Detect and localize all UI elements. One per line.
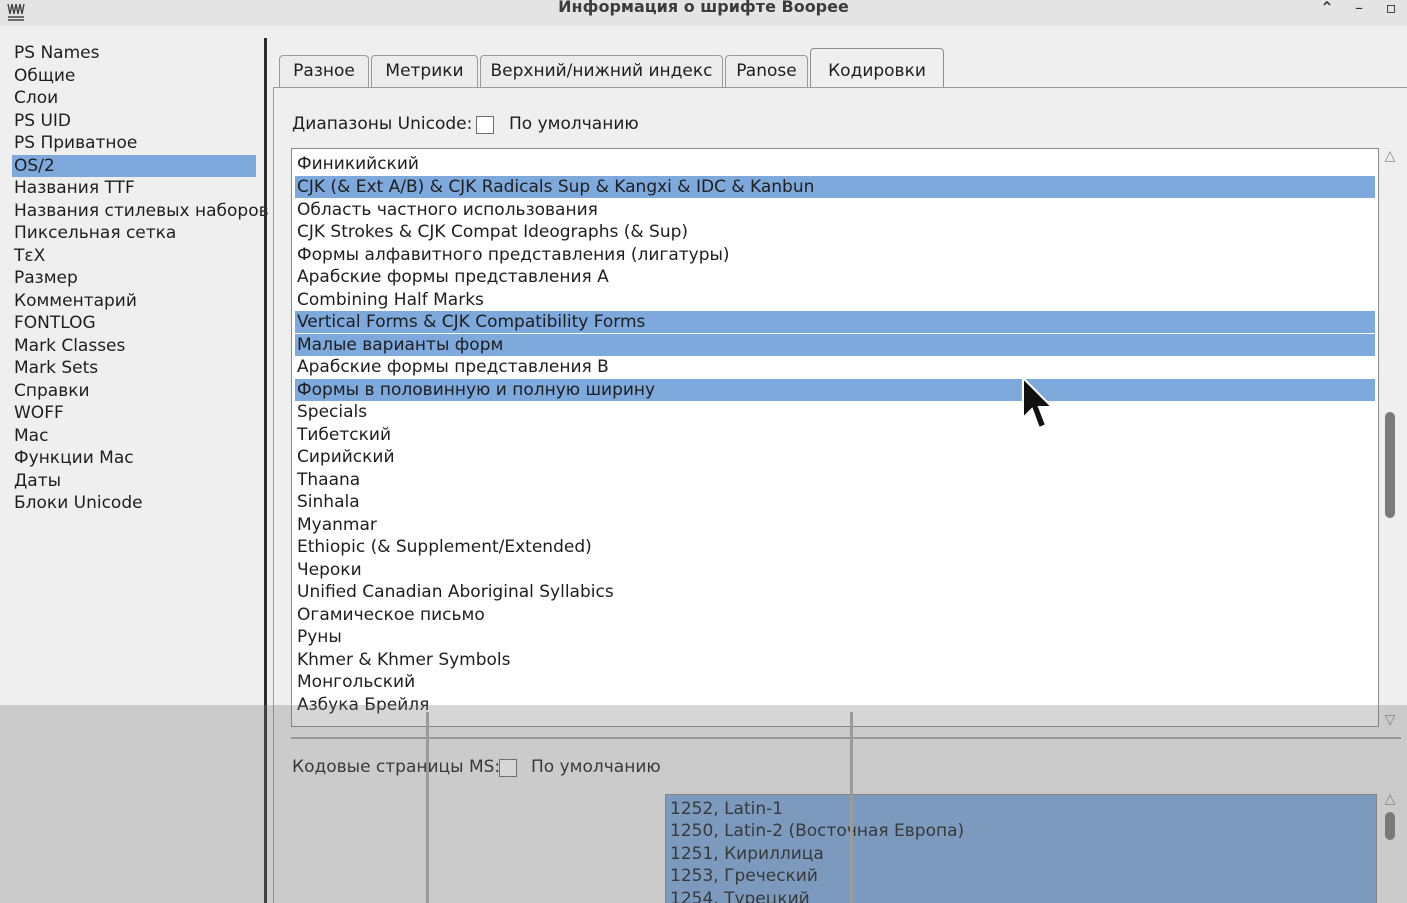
list-item[interactable]: 1254, Турецкий — [670, 888, 810, 903]
list-item[interactable]: Ethiopic (& Supplement/Extended) — [295, 536, 1375, 558]
mouse-pointer-icon — [1022, 376, 1055, 430]
tab-panose[interactable]: Panose — [725, 55, 808, 88]
list-item[interactable]: CJK (& Ext A/B) & CJK Radicals Sup & Kan… — [295, 176, 1375, 198]
sidebar-divider[interactable] — [264, 38, 267, 903]
overlay-guide-line — [426, 712, 429, 903]
sidebar-item-ps-private[interactable]: PS Приватное — [12, 132, 256, 154]
sidebar-item-os2[interactable]: OS/2 — [12, 154, 256, 177]
list-item[interactable]: Vertical Forms & CJK Compatibility Forms — [295, 311, 1375, 333]
sidebar-item-layers[interactable]: Слои — [12, 87, 256, 109]
sidebar-item-unicode-blocks[interactable]: Блоки Unicode — [12, 492, 256, 514]
ms-codepages-label: Кодовые страницы MS: — [292, 757, 501, 777]
list-item[interactable]: Unified Canadian Aboriginal Syllabics — [295, 581, 1375, 603]
unicode-ranges-label: Диапазоны Unicode: — [292, 114, 473, 134]
maximize-button[interactable]: ▫ — [1380, 0, 1402, 20]
section-separator — [291, 737, 1401, 739]
triangle-down-icon[interactable]: ▽ — [1381, 713, 1399, 727]
list-item[interactable]: Арабские формы представления B — [295, 356, 1375, 378]
tab-sub-superscript[interactable]: Верхний/нижний индекс — [480, 55, 723, 88]
sidebar-item-ps-uid[interactable]: PS UID — [12, 110, 256, 132]
list-item[interactable]: Сирийский — [295, 446, 1375, 468]
codepages-default-label[interactable]: По умолчанию — [531, 757, 661, 777]
list-item[interactable]: Формы алфавитного представления (лигатур… — [295, 244, 1375, 266]
unicode-default-checkbox[interactable] — [476, 116, 494, 134]
list-item[interactable]: Область частного использования — [295, 199, 1375, 221]
list-item[interactable]: Thaana — [295, 469, 1375, 491]
list-item[interactable]: Sinhala — [295, 491, 1375, 513]
unicode-ranges-list[interactable]: Финикийский CJK (& Ext A/B) & CJK Radica… — [291, 148, 1379, 727]
tab-panel-border — [273, 87, 1407, 88]
sidebar-item-mark-classes[interactable]: Mark Classes — [12, 335, 256, 357]
codepages-scrollbar-thumb[interactable] — [1385, 812, 1395, 840]
list-item[interactable]: 1252, Latin-1 — [670, 798, 783, 820]
sidebar-item-mac-features[interactable]: Функции Mac — [12, 447, 256, 469]
list-item[interactable]: Формы в половинную и полную ширину — [295, 379, 1375, 401]
overlay-guide-line — [850, 712, 853, 903]
sidebar-item-comment[interactable]: Комментарий — [12, 290, 256, 312]
roll-up-button[interactable]: ⌃ — [1316, 0, 1338, 20]
minimize-button[interactable]: – — [1348, 0, 1370, 20]
sidebar-item-fontlog[interactable]: FONTLOG — [12, 312, 256, 334]
list-item[interactable]: Монгольский — [295, 671, 1375, 693]
list-item[interactable]: Specials — [295, 401, 1375, 423]
list-item[interactable]: 1253, Греческий — [670, 865, 818, 887]
list-item[interactable]: Малые варианты форм — [295, 334, 1375, 356]
unicode-default-label[interactable]: По умолчанию — [509, 114, 639, 134]
tab-panel-left-border — [273, 87, 274, 903]
sidebar-item-general[interactable]: Общие — [12, 65, 256, 87]
sidebar-item-woff[interactable]: WOFF — [12, 402, 256, 424]
sidebar-item-ttf-names[interactable]: Названия TTF — [12, 177, 256, 199]
sidebar-item-style-set-names[interactable]: Названия стилевых наборов — [12, 200, 269, 222]
list-item[interactable]: Тибетский — [295, 424, 1375, 446]
list-item[interactable]: 1250, Latin-2 (Восточная Европа) — [670, 820, 964, 842]
list-item[interactable]: Khmer & Khmer Symbols — [295, 649, 1375, 671]
sidebar-item-ps-names[interactable]: PS Names — [12, 42, 256, 64]
unicode-scrollbar-thumb[interactable] — [1385, 412, 1395, 518]
sidebar-item-mark-sets[interactable]: Mark Sets — [12, 357, 256, 379]
sidebar-item-dates[interactable]: Даты — [12, 470, 256, 492]
title-bar: Информация о шрифте Boopee ⌃ – ▫ — [0, 0, 1407, 26]
triangle-up-icon[interactable]: △ — [1381, 792, 1399, 806]
list-item[interactable]: 1251, Кириллица — [670, 843, 824, 865]
ms-codepages-list[interactable]: 1252, Latin-1 1250, Latin-2 (Восточная Е… — [665, 794, 1377, 903]
triangle-up-icon[interactable]: △ — [1381, 149, 1399, 163]
list-item[interactable]: Азбука Брейля — [295, 694, 1375, 716]
tab-metrics[interactable]: Метрики — [371, 55, 478, 88]
list-item[interactable]: CJK Strokes & CJK Compat Ideographs (& S… — [295, 221, 1375, 243]
codepages-default-checkbox[interactable] — [499, 759, 517, 777]
list-item[interactable]: Арабские формы представления A — [295, 266, 1375, 288]
sidebar-item-lookups[interactable]: Справки — [12, 380, 256, 402]
list-item[interactable]: Combining Half Marks — [295, 289, 1375, 311]
list-item[interactable]: Финикийский — [295, 153, 1375, 175]
list-item[interactable]: Чероки — [295, 559, 1375, 581]
sidebar-item-mac[interactable]: Mac — [12, 425, 256, 447]
sidebar-item-tex[interactable]: TεX — [12, 245, 256, 267]
window-title: Информация о шрифте Boopee — [558, 0, 849, 16]
sidebar-item-size[interactable]: Размер — [12, 267, 256, 289]
list-item[interactable]: Myanmar — [295, 514, 1375, 536]
list-item[interactable]: Огамическое письмо — [295, 604, 1375, 626]
list-item[interactable]: Руны — [295, 626, 1375, 648]
tab-misc[interactable]: Разное — [279, 55, 369, 88]
sidebar-item-pixel-grid[interactable]: Пиксельная сетка — [12, 222, 256, 244]
tab-encodings[interactable]: Кодировки — [810, 48, 944, 88]
